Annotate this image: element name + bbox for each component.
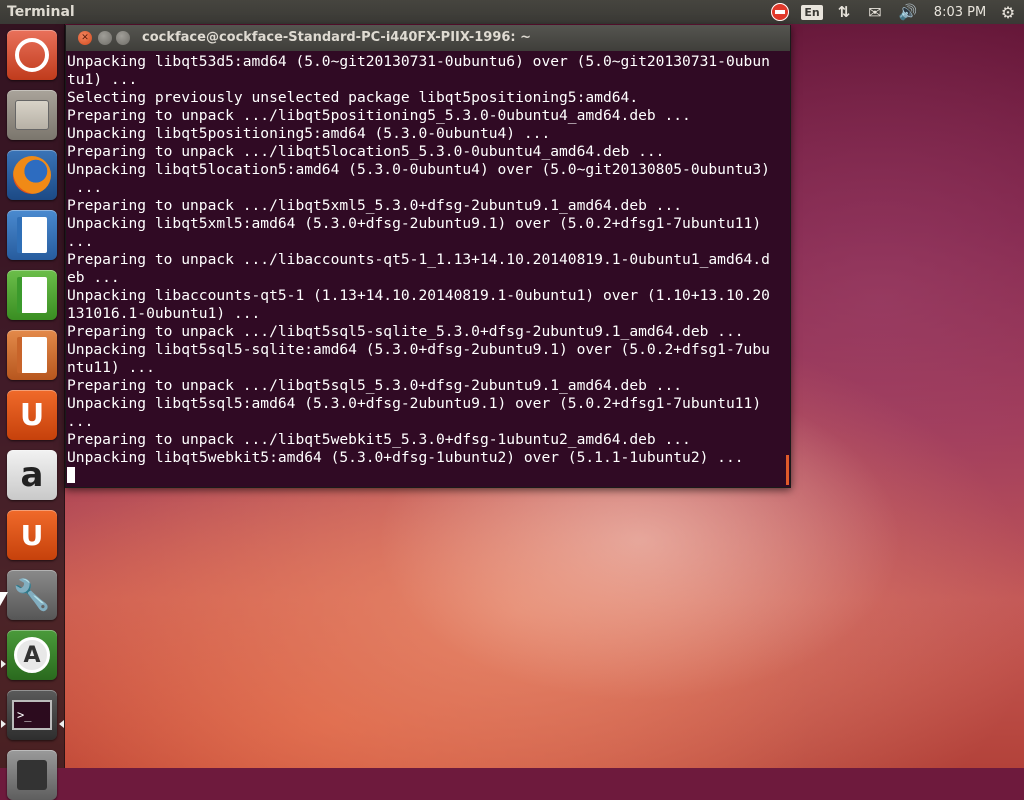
terminal-line: Unpacking libqt53d5:amd64 (5.0~git201307… [67,53,770,70]
terminal-output[interactable]: Unpacking libqt53d5:amd64 (5.0~git201307… [67,53,787,485]
window-title: cockface@cockface-Standard-PC-i440FX-PII… [142,30,532,45]
impress-icon [17,337,47,373]
stop-indicator-icon[interactable] [768,2,792,22]
terminal-line: Unpacking libqt5location5:amd64 (5.3.0-0… [67,161,770,178]
file-cabinet-icon [15,100,49,130]
minimize-icon[interactable] [98,31,112,45]
keyboard-layout-indicator[interactable]: En [801,2,823,22]
launcher-software-updater[interactable]: A [7,630,57,680]
launcher-software-center[interactable]: U [7,390,57,440]
terminal-line: Unpacking libqt5sql5-sqlite:amd64 (5.3.0… [67,341,770,358]
terminal-line: Unpacking libqt5sql5:amd64 (5.3.0+dfsg-2… [67,395,762,412]
terminal-line: ... [67,413,94,430]
terminal-line: 131016.1-0ubuntu1) ... [67,305,261,322]
terminal-line: Preparing to unpack .../libqt5positionin… [67,107,691,124]
calc-icon [17,277,47,313]
window-titlebar[interactable]: ✕ cockface@cockface-Standard-PC-i440FX-P… [66,25,790,51]
network-icon[interactable]: ⇅ [834,2,854,22]
focused-indicator [59,720,64,728]
running-indicator [1,720,6,728]
terminal-line: Preparing to unpack .../libqt5webkit5_5.… [67,431,691,448]
terminal-line: ntu11) ... [67,359,155,376]
active-app-title: Terminal [7,4,75,20]
terminal-line: eb ... [67,269,120,286]
terminal-line: Selecting previously unselected package … [67,89,639,106]
writer-icon [17,217,47,253]
launcher-impress[interactable] [7,330,57,380]
launcher-firefox[interactable] [7,150,57,200]
launcher-writer[interactable] [7,210,57,260]
terminal-line: tu1) ... [67,71,138,88]
top-panel: Terminal En ⇅ ✉ 🔊 8:03 PM ⚙ [0,0,1024,24]
terminal-line: Preparing to unpack .../libaccounts-qt5-… [67,251,770,268]
messaging-icon[interactable]: ✉ [864,2,886,22]
close-icon[interactable]: ✕ [78,31,92,45]
session-gear-icon[interactable]: ⚙ [998,2,1018,22]
firefox-icon [13,156,51,194]
terminal-line: Unpacking libqt5webkit5:amd64 (5.3.0+dfs… [67,449,744,466]
mouse-pointer-icon [0,592,8,606]
launcher-system-settings[interactable]: 🔧 [7,570,57,620]
amazon-icon: a [20,455,44,495]
ubuntu-logo-icon [15,38,49,72]
terminal-prompt-line[interactable] [67,467,787,485]
software-updater-icon: A [14,637,50,673]
terminal-line: ... [67,179,103,196]
launcher-files[interactable] [7,90,57,140]
terminal-icon: >_ [12,700,52,730]
launcher: U a U 🔧 A >_ [0,24,65,800]
maximize-icon[interactable] [116,31,130,45]
sound-icon[interactable]: 🔊 [897,2,919,22]
settings-icon: 🔧 [13,577,51,613]
keyboard-layout-label: En [801,4,823,20]
music-icon: U [20,518,44,552]
ubuntu-one-icon: U [19,397,45,433]
terminal-line: Preparing to unpack .../libqt5location5_… [67,143,665,160]
terminal-line: Unpacking libaccounts-qt5-1 (1.13+14.10.… [67,287,770,304]
clock[interactable]: 8:03 PM [930,2,990,22]
launcher-terminal[interactable]: >_ [7,690,57,740]
terminal-line: Preparing to unpack .../libqt5sql5-sqlit… [67,323,744,340]
terminal-line: Unpacking libqt5xml5:amd64 (5.3.0+dfsg-2… [67,215,762,232]
terminal-line: Preparing to unpack .../libqt5sql5_5.3.0… [67,377,683,394]
scrollbar[interactable] [786,455,789,485]
terminal-line: Unpacking libqt5positioning5:amd64 (5.3.… [67,125,551,142]
launcher-dash-home[interactable] [7,30,57,80]
text-cursor [67,467,75,483]
terminal-line: Preparing to unpack .../libqt5xml5_5.3.0… [67,197,683,214]
launcher-music[interactable]: U [7,510,57,560]
floppy-icon [17,760,47,790]
terminal-line: ... [67,233,94,250]
terminal-window[interactable]: ✕ cockface@cockface-Standard-PC-i440FX-P… [65,25,791,488]
launcher-amazon[interactable]: a [7,450,57,500]
launcher-calc[interactable] [7,270,57,320]
launcher-save[interactable] [7,750,57,800]
running-indicator [1,660,6,668]
